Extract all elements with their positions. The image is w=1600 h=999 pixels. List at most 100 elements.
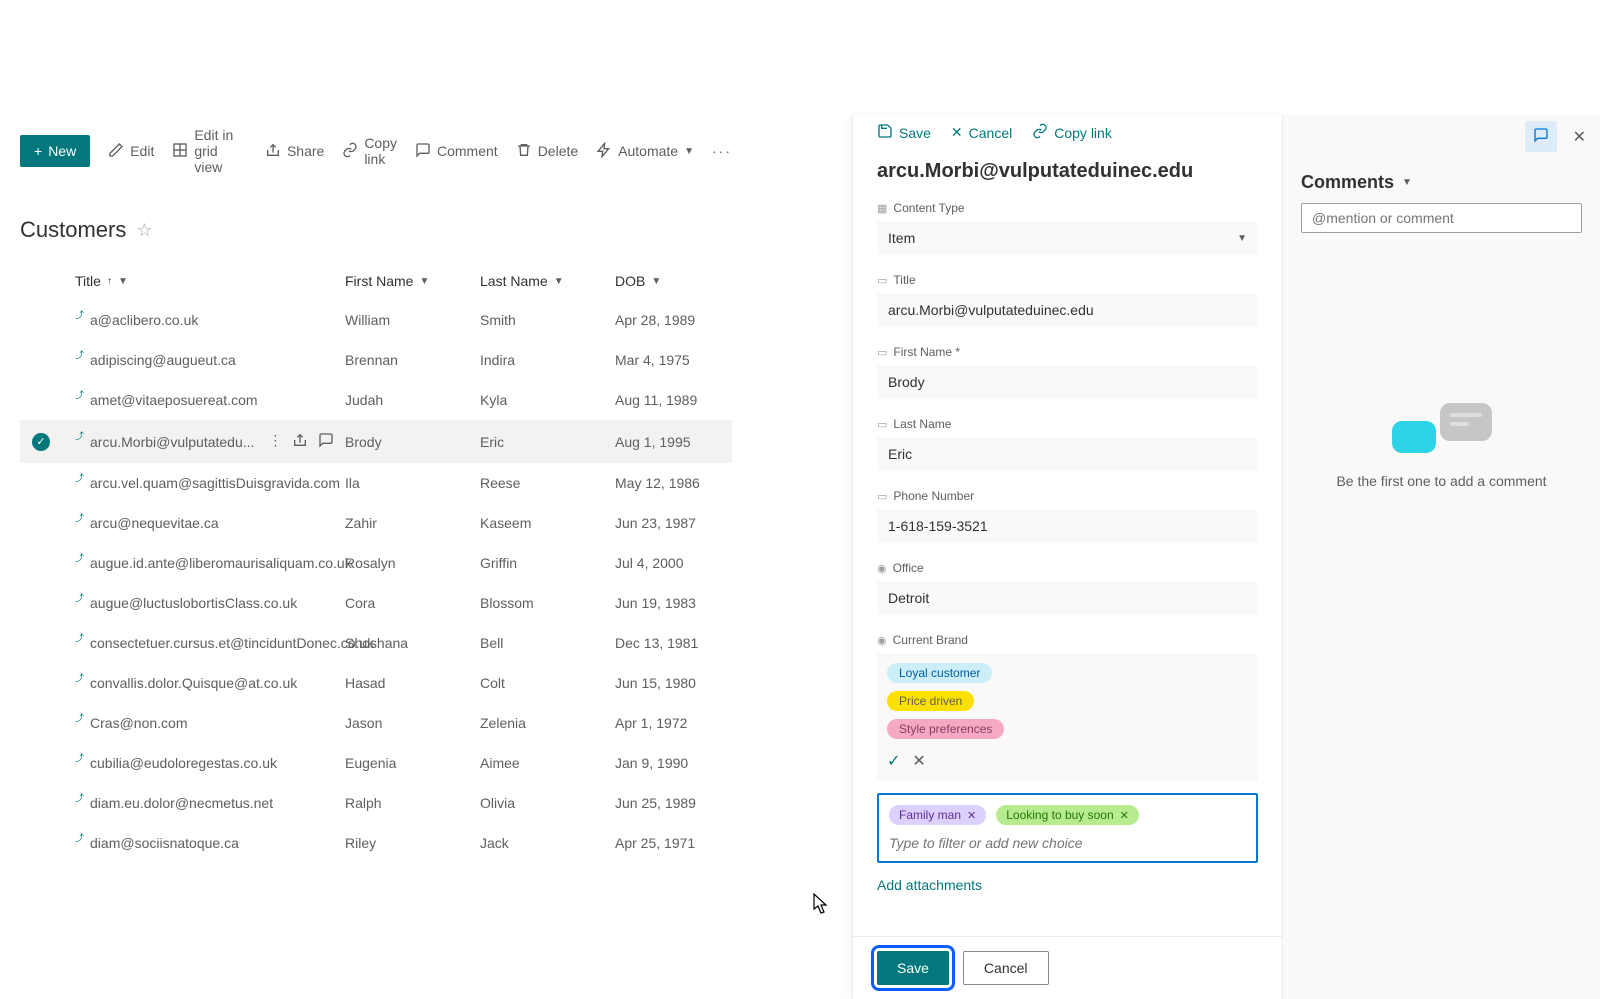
row-dob: Jun 15, 1980 [615, 675, 770, 691]
item-indicator-icon: ⤴ [75, 551, 84, 564]
share-icon [265, 142, 281, 161]
delete-label: Delete [538, 143, 578, 159]
delete-button[interactable]: Delete [516, 142, 578, 161]
content-type-label: Content Type [893, 201, 964, 215]
row-first-name: Hasad [345, 675, 480, 691]
table-row[interactable]: ⤴Cras@non.comJasonZeleniaApr 1, 1972 [20, 703, 732, 743]
save-button[interactable]: Save [877, 951, 949, 985]
row-dob: Jun 25, 1989 [615, 795, 770, 811]
comments-toggle-icon[interactable] [1525, 121, 1557, 152]
table-row[interactable]: ⤴convallis.dolor.Quisque@at.co.ukHasadCo… [20, 663, 732, 703]
copy-link-button[interactable]: Copy link [342, 135, 397, 167]
table-row[interactable]: ⤴arcu@nequevitae.caZahirKaseemJun 23, 19… [20, 503, 732, 543]
title-input[interactable]: arcu.Morbi@vulputateduinec.edu [877, 293, 1258, 327]
cancel-choice-icon[interactable]: ✕ [912, 751, 925, 771]
row-last-name: Bell [480, 635, 615, 651]
table-row[interactable]: ⤴adipiscing@augueut.caBrennanIndiraMar 4… [20, 340, 732, 380]
row-last-name: Blossom [480, 595, 615, 611]
remove-choice-icon[interactable]: ✕ [1120, 809, 1129, 822]
column-first-name[interactable]: First Name ▼ [345, 273, 480, 289]
trash-icon [516, 142, 532, 161]
column-title[interactable]: Title ↑ ▼ [75, 273, 345, 289]
row-title: adipiscing@augueut.ca [90, 352, 236, 368]
share-button[interactable]: Share [265, 142, 324, 161]
table-row[interactable]: ⤴augue@luctuslobortisClass.co.ukCoraBlos… [20, 583, 732, 623]
row-last-name: Smith [480, 312, 615, 328]
row-first-name: Zahir [345, 515, 480, 531]
table-row[interactable]: ⤴arcu.vel.quam@sagittisDuisgravida.comIl… [20, 463, 732, 503]
row-title: diam@sociisnatoque.ca [90, 835, 239, 851]
table-row[interactable]: ✓⤴arcu.Morbi@vulputatedu...⋮BrodyEricAug… [20, 420, 732, 463]
phone-input[interactable]: 1-618-159-3521 [877, 509, 1258, 543]
row-dob: Jul 4, 2000 [615, 555, 770, 571]
edit-label: Edit [130, 143, 154, 159]
remove-choice-icon[interactable]: ✕ [967, 809, 976, 822]
choice-option[interactable]: Loyal customer [887, 663, 992, 683]
edit-button[interactable]: Edit [108, 142, 154, 161]
edit-grid-button[interactable]: Edit in grid view [172, 127, 247, 175]
column-dob[interactable]: DOB ▼ [615, 273, 770, 289]
automate-button[interactable]: Automate ▼ [596, 142, 694, 161]
comments-input[interactable] [1301, 203, 1582, 233]
link-icon [342, 142, 358, 161]
close-panel-icon[interactable]: ✕ [1573, 127, 1586, 147]
item-indicator-icon: ⤴ [75, 751, 84, 764]
table-row[interactable]: ⤴diam.eu.dolor@necmetus.netRalphOliviaJu… [20, 783, 732, 823]
panel-body[interactable]: arcu.Morbi@vulputateduinec.edu ▦Content … [853, 150, 1282, 936]
table-row[interactable]: ⤴a@aclibero.co.ukWilliamSmithApr 28, 198… [20, 300, 732, 340]
comments-title[interactable]: Comments ▼ [1283, 158, 1600, 203]
row-dob: Mar 4, 1975 [615, 352, 770, 368]
choice-option[interactable]: Price driven [887, 691, 974, 711]
item-indicator-icon: ⤴ [75, 631, 84, 644]
office-input[interactable]: Detroit [877, 581, 1258, 615]
selected-choices-input[interactable]: Family man✕Looking to buy soon✕ [877, 793, 1258, 863]
row-last-name: Jack [480, 835, 615, 851]
field-last-name: ▭Last Name Eric [877, 417, 1258, 471]
content-type-select[interactable]: Item ▼ [877, 221, 1258, 255]
row-dob: Aug 1, 1995 [615, 434, 770, 450]
toolbar-more-button[interactable]: ··· [712, 143, 732, 159]
empty-comments-icon [1392, 403, 1492, 453]
mouse-cursor-icon [812, 893, 830, 915]
table-row[interactable]: ⤴consectetuer.cursus.et@tinciduntDonec.c… [20, 623, 732, 663]
field-office: ◉Office Detroit [877, 561, 1258, 615]
new-button[interactable]: + New [20, 135, 90, 167]
empty-comments-text: Be the first one to add a comment [1336, 473, 1546, 489]
table-row[interactable]: ⤴amet@vitaeposuereat.comJudahKylaAug 11,… [20, 380, 732, 420]
panel-cancel-button[interactable]: ✕ Cancel [951, 124, 1012, 141]
favorite-star-icon[interactable]: ☆ [136, 220, 152, 241]
table-row[interactable]: ⤴diam@sociisnatoque.caRileyJackApr 25, 1… [20, 823, 732, 863]
row-more-icon[interactable]: ⋮ [268, 432, 282, 451]
row-comment-icon[interactable] [318, 432, 334, 451]
choice-option[interactable]: Style preferences [887, 719, 1004, 739]
item-indicator-icon: ⤴ [75, 388, 84, 401]
chevron-down-icon: ▼ [1402, 177, 1412, 188]
first-name-label: First Name * [893, 345, 960, 359]
row-share-icon[interactable] [292, 432, 308, 451]
confirm-choice-icon[interactable]: ✓ [887, 751, 900, 771]
field-current-brand: ◉Current Brand [877, 633, 1258, 647]
panel-copy-link-button[interactable]: Copy link [1032, 123, 1112, 142]
column-last-name[interactable]: Last Name ▼ [480, 273, 615, 289]
panel-save-button[interactable]: Save [877, 123, 931, 142]
table-row[interactable]: ⤴augue.id.ante@liberomaurisaliquam.co.uk… [20, 543, 732, 583]
comment-button[interactable]: Comment [415, 142, 498, 161]
row-last-name: Reese [480, 475, 615, 491]
last-name-input[interactable]: Eric [877, 437, 1258, 471]
cancel-button[interactable]: Cancel [963, 951, 1049, 985]
row-title: diam.eu.dolor@necmetus.net [90, 795, 273, 811]
item-indicator-icon: ⤴ [75, 591, 84, 604]
add-attachments-link[interactable]: Add attachments [877, 877, 1258, 893]
row-selected-check-icon[interactable]: ✓ [32, 433, 50, 451]
row-last-name: Eric [480, 434, 615, 450]
row-first-name: Riley [345, 835, 480, 851]
first-name-input[interactable]: Brody [877, 365, 1258, 399]
table-row[interactable]: ⤴cubilia@eudoloregestas.co.ukEugeniaAime… [20, 743, 732, 783]
office-label: Office [893, 561, 924, 575]
main-content: + New Edit Edit in grid view Share Cop [0, 115, 752, 863]
row-first-name: Judah [345, 392, 480, 408]
column-last-name-label: Last Name [480, 273, 548, 289]
selected-choice-label: Looking to buy soon [1006, 808, 1113, 822]
choice-filter-input[interactable] [889, 835, 1246, 851]
row-dob: Apr 1, 1972 [615, 715, 770, 731]
